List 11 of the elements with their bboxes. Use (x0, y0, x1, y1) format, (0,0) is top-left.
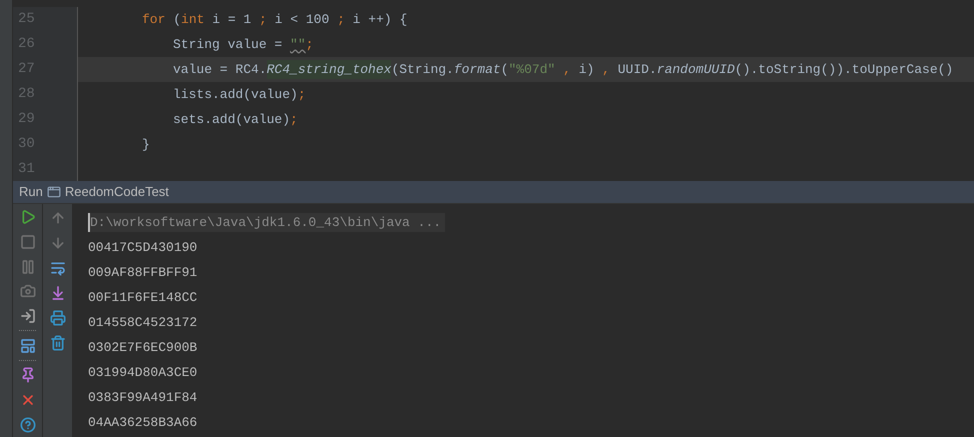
console-line: 0302E7F6EC900B (88, 338, 198, 357)
console-line: 0383F99A491F84 (88, 388, 198, 407)
window-icon (46, 185, 61, 199)
run-label: Run (18, 183, 43, 202)
console-line: 009AF88FFBFF91 (88, 264, 198, 282)
console-line: 04AA36258B3A66 (88, 414, 198, 432)
console-line: 00F11F6FE148CC (88, 288, 198, 307)
run-config-tab[interactable]: ReedomCodeTest (64, 182, 169, 202)
console-line: 014558C4523172 (88, 314, 198, 332)
console-line: 00417C5D430190 (88, 238, 198, 257)
console-line: 031994D80A3CE0 (88, 364, 198, 382)
